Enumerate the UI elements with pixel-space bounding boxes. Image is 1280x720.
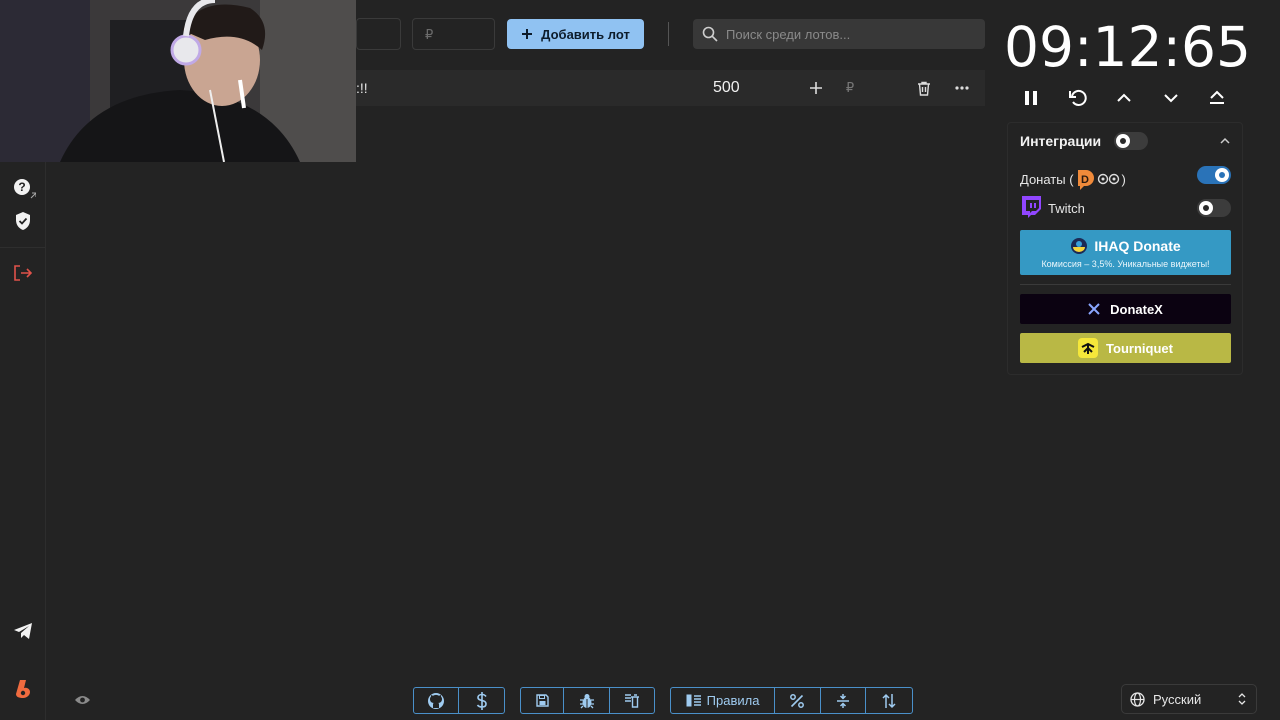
chevron-up-icon (1117, 93, 1131, 102)
ihaq-donate-button[interactable]: IHAQ Donate Комиссия – 3,5%. Уникальные … (1020, 230, 1231, 275)
language-selected: Русский (1153, 691, 1202, 707)
clear-lots-button[interactable] (610, 688, 654, 713)
logout-icon (14, 265, 33, 281)
search-box[interactable] (693, 19, 985, 49)
ihaq-title: IHAQ Donate (1094, 237, 1181, 254)
lot-name: :!! (356, 80, 368, 96)
dollar-icon (476, 691, 487, 710)
lot-name-input[interactable] (356, 18, 401, 50)
plus-icon (522, 29, 533, 39)
lot-amount: 500 (713, 79, 740, 96)
reset-button[interactable] (1066, 86, 1090, 110)
sidebar-divider (0, 247, 45, 248)
chevron-up-bar-icon (1210, 90, 1224, 104)
toolbar-divider (668, 22, 669, 46)
percent-button[interactable] (775, 688, 821, 713)
reduce-time-button[interactable] (1159, 86, 1183, 110)
add-time-button[interactable] (1112, 86, 1136, 110)
telegram-icon (14, 623, 32, 639)
webcam-overlay (0, 0, 356, 162)
select-arrows-icon (1238, 693, 1246, 705)
more-options-icon[interactable] (952, 78, 972, 98)
tourniquet-label: Tourniquet (1106, 340, 1173, 356)
left-sidebar: ? (0, 162, 46, 720)
merge-button[interactable] (821, 688, 867, 713)
panel-divider (1020, 284, 1231, 285)
bug-icon (579, 693, 594, 708)
twitch-icon (1022, 196, 1041, 218)
donatex-button[interactable]: DonateX (1020, 294, 1231, 324)
currency-placeholder: ₽ (425, 27, 434, 42)
donatex-label: DonateX (1110, 301, 1163, 317)
logout-button[interactable] (10, 260, 36, 286)
sort-arrows-icon (882, 693, 896, 708)
integrations-panel: Интеграции Донаты ( D ) Twitch IHAQ Dona… (1007, 122, 1243, 375)
language-select[interactable]: Русский (1121, 684, 1257, 714)
sort-button[interactable] (866, 688, 912, 713)
tourniquet-button[interactable]: Tourniquet (1020, 333, 1231, 363)
merge-icon (837, 693, 850, 708)
add-lot-button[interactable]: Добавить лот (507, 19, 644, 49)
reset-icon (1069, 89, 1087, 106)
donationalerts-logo-icon: D (1077, 170, 1119, 190)
svg-text:D: D (1081, 174, 1089, 186)
rules-icon (686, 694, 701, 707)
help-button[interactable]: ? (10, 176, 36, 202)
shield-check-icon (16, 212, 30, 230)
telegram-button[interactable] (10, 618, 36, 644)
timer-display: 09:12:65 (1004, 15, 1252, 79)
twitch-toggle[interactable] (1197, 199, 1231, 217)
add-amount-icon[interactable] (806, 78, 826, 98)
donations-label-suffix: ) (1121, 171, 1126, 187)
clear-list-icon (624, 694, 639, 708)
github-button[interactable] (414, 688, 460, 713)
toggle-knob (1116, 134, 1130, 148)
percent-icon (790, 693, 805, 708)
delete-lot-icon[interactable] (914, 78, 934, 98)
globe-icon (1130, 691, 1145, 707)
streamer-image (0, 0, 356, 162)
twitch-label: Twitch (1048, 201, 1085, 216)
donatex-logo-icon (1088, 303, 1100, 315)
add-lot-label: Добавить лот (541, 26, 630, 42)
toggle-knob (1199, 201, 1213, 215)
bottom-group-tools: Правила (670, 687, 913, 714)
boosty-button[interactable] (10, 676, 36, 702)
integrations-title: Интеграции (1020, 133, 1102, 149)
svg-text:?: ? (18, 180, 25, 194)
double-time-button[interactable] (1205, 86, 1229, 110)
bottom-group-links (413, 687, 505, 714)
save-button[interactable] (521, 688, 565, 713)
save-icon (535, 694, 549, 707)
collapse-chevron-icon[interactable] (1220, 137, 1230, 144)
pause-icon (1025, 91, 1037, 105)
verified-shield-button[interactable] (10, 208, 36, 234)
ihaq-logo-icon (1071, 237, 1088, 254)
lot-row[interactable]: :!! 500 ₽ (356, 70, 985, 106)
donations-label: Донаты ( D ) (1020, 168, 1126, 190)
pause-button[interactable] (1019, 86, 1043, 110)
search-input[interactable] (726, 26, 966, 42)
rules-label: Правила (706, 693, 760, 708)
app-root: ₽ Добавить лот :!! 500 ₽ ? (0, 0, 1280, 720)
eye-icon[interactable] (74, 694, 91, 706)
donate-dollar-button[interactable] (459, 688, 504, 713)
rules-button[interactable]: Правила (671, 688, 776, 713)
bottom-group-data (520, 687, 655, 714)
github-icon (428, 692, 444, 709)
donations-toggle[interactable] (1197, 166, 1231, 184)
donations-label-text: Донаты ( (1020, 171, 1074, 187)
toggle-knob (1215, 168, 1229, 182)
chevron-down-icon (1164, 94, 1178, 103)
ihaq-subtitle: Комиссия – 3,5%. Уникальные виджеты! (1041, 258, 1210, 269)
bug-report-button[interactable] (564, 688, 610, 713)
help-icon: ? (14, 179, 36, 199)
amount-currency-placeholder[interactable]: ₽ (840, 78, 860, 98)
search-icon (702, 26, 718, 42)
lot-amount-input[interactable]: ₽ (412, 18, 495, 50)
boosty-icon (16, 680, 30, 698)
tourniquet-logo-icon (1078, 338, 1099, 358)
integrations-toggle[interactable] (1114, 132, 1148, 150)
